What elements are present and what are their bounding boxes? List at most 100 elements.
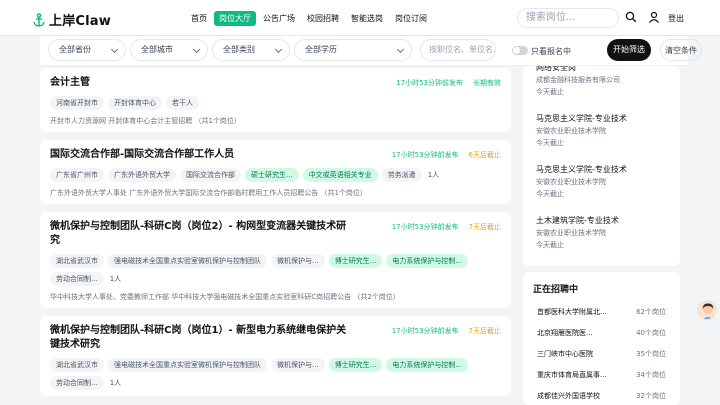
- hiring-list: 首都医科大学附属北... 62个岗位北京翔雁医院医... 40个岗位三门峡市中心医院…: [523, 301, 680, 405]
- chevron-down-icon: [396, 45, 405, 54]
- notice-item[interactable]: 网络安全岗成都金融科技服务有限公司 今天截止: [523, 66, 680, 109]
- job-source[interactable]: 广东外语外贸大学人事处 广东外语外贸大学国际交流合作部临时聘用工作人员招聘公告 …: [50, 188, 501, 198]
- job-card[interactable]: 微机保护与控制团队-科研C岗（岗位2）- 构网型变流器关键技术研究 17小时53分…: [40, 212, 511, 308]
- notice-item[interactable]: 马克思主义学院-专业技术 安徽农业职业技术学院 今天截止: [523, 160, 680, 211]
- publish-time: 17小时53分钟前发布: [391, 223, 459, 231]
- nav-home[interactable]: 首页: [186, 11, 212, 26]
- job-source[interactable]: 华中科技大学人事处、党委教师工作部 华中科技大学强电磁技术全国重点实验室科研C岗…: [50, 292, 501, 302]
- nav-job-subscription[interactable]: 岗位订阅: [390, 11, 432, 26]
- job-tags: 广东省广州市 广东外语外贸大学 国际交流合作部 硕士研究生... 中文或英语相关专业 劳务…: [50, 168, 501, 182]
- only-open-toggle[interactable]: [512, 46, 528, 55]
- job-title[interactable]: 会计主管: [50, 76, 350, 90]
- job-tag: 国际交流合作部: [180, 168, 241, 182]
- hiring-job-count: 62个岗位: [636, 307, 666, 316]
- assistant-avatar[interactable]: [697, 300, 717, 320]
- apply-filter-button[interactable]: 开始筛选: [607, 39, 651, 61]
- hiring-job-count: 35个岗位: [636, 349, 666, 358]
- job-tag: 强电磁技术全国重点实验室微机保护与控制团队: [108, 358, 267, 372]
- nav-campus-recruitment[interactable]: 校园招聘: [302, 11, 344, 26]
- job-tag: 中文或英语相关专业: [302, 168, 378, 182]
- job-meta: 17小时53分钟前发布 7天后截止: [392, 326, 501, 336]
- publish-time: 17小时53分钟前发布: [391, 151, 459, 159]
- job-tag: 开封体育中心: [108, 96, 162, 110]
- job-title[interactable]: 微机保护与控制团队-科研C岗（岗位1）- 新型电力系统继电保护关键技术研究: [50, 324, 350, 352]
- chevron-down-icon: [110, 45, 119, 54]
- job-tags: 湖北省武汉市 强电磁技术全国重点实验室微机保护与控制团队 微机保护与... 博士研究生…: [50, 254, 501, 286]
- hiring-card: 正在招聘中 首都医科大学附属北... 62个岗位北京翔雁医院医... 40个岗位三门…: [523, 272, 680, 405]
- job-tag: 湖北省武汉市: [50, 358, 104, 372]
- job-title[interactable]: 微机保护与控制团队-科研C岗（岗位2）- 构网型变流器关键技术研究: [50, 220, 350, 248]
- publish-time: 17小时53分钟前发布: [391, 327, 459, 335]
- hiring-row[interactable]: 首都医科大学附属北... 62个岗位: [523, 301, 680, 322]
- job-tag: 强电磁技术全国重点实验室微机保护与控制团队: [108, 254, 267, 268]
- job-tag: 博士研究生...: [328, 358, 383, 372]
- hiring-job-count: 34个岗位: [636, 370, 666, 379]
- only-open-label: 只看报名中: [531, 47, 571, 56]
- keyword-input[interactable]: 按职位名、单位名...: [420, 39, 496, 61]
- job-tag: 博士研究生...: [328, 254, 383, 268]
- hiring-row[interactable]: 北京翔雁医院医... 40个岗位: [523, 322, 680, 343]
- job-source[interactable]: 开封市人力资源网 开封体育中心会计主管招聘 （共1个岗位）: [50, 116, 501, 126]
- notice-date: 今天截止: [536, 241, 564, 249]
- search-icon[interactable]: [625, 11, 637, 23]
- job-tag: 河南省开封市: [50, 96, 104, 110]
- nav-smart-selection[interactable]: 智能选岗: [346, 11, 388, 26]
- notice-item[interactable]: 土木建筑学院-专业技术 安徽农业职业技术学院 今天截止: [523, 211, 680, 262]
- category-select[interactable]: 全部类别: [212, 39, 290, 61]
- job-tag: 劳动合同制...: [50, 376, 104, 390]
- filter-bar: 全部省份 全部城市 全部类别 全部学历 按职位名、单位名... 只看报名中 开始…: [40, 36, 702, 66]
- job-tag: 微机保护与...: [271, 358, 325, 372]
- hiring-row[interactable]: 三门峡市中心医院 35个岗位: [523, 343, 680, 364]
- city-select-value: 全部城市: [141, 45, 173, 54]
- notice-date: 今天截止: [536, 88, 564, 96]
- hiring-job-count: 32个岗位: [636, 391, 666, 400]
- publish-time: 17小时53分钟前发布: [396, 79, 463, 87]
- nav-announcements[interactable]: 公告广场: [258, 11, 300, 26]
- education-select-value: 全部学历: [305, 45, 337, 54]
- job-tags: 河南省开封市 开封体育中心 若干人: [50, 96, 501, 110]
- job-tag: 1人: [427, 171, 440, 179]
- hiring-org-name: 三门峡市中心医院: [537, 349, 593, 358]
- notice-org: 成都金融科技服务有限公司: [536, 76, 620, 84]
- avatar-face-icon: [702, 303, 714, 319]
- logout-link[interactable]: 登出: [668, 13, 684, 24]
- job-tag: 电力系统保护与控制...: [386, 254, 469, 268]
- clear-filter-button[interactable]: 清空条件: [660, 39, 702, 61]
- province-select[interactable]: 全部省份: [48, 39, 126, 61]
- chevron-down-icon: [192, 45, 201, 54]
- hiring-row[interactable]: 成都佳兴外国语学校 32个岗位: [523, 385, 680, 405]
- anchor-icon: [33, 12, 45, 27]
- hiring-org-name: 北京翔雁医院医...: [537, 328, 593, 337]
- user-icon[interactable]: [648, 11, 660, 23]
- nav-job-hall[interactable]: 岗位大厅: [214, 11, 256, 26]
- job-card[interactable]: 微机保护与控制团队-科研C岗（岗位1）- 新型电力系统继电保护关键技术研究 17小…: [40, 316, 511, 396]
- chevron-down-icon: [274, 45, 283, 54]
- notice-date: 今天截止: [536, 190, 564, 198]
- brand-logo[interactable]: 上岸Claw: [33, 10, 111, 29]
- job-tag: 电力系统保护与控制...: [386, 358, 469, 372]
- job-tag: 劳务派遣: [381, 168, 422, 182]
- deadline-status: 6天后截止: [468, 151, 501, 159]
- job-tag: 1人: [109, 275, 122, 283]
- job-meta: 17小时53分钟前发布 7天后截止: [392, 222, 501, 232]
- job-card[interactable]: 国际交流合作部-国际交流合作部工作人员 17小时53分钟前发布 6天后截止广东省广州…: [40, 140, 511, 204]
- search-input[interactable]: 搜索岗位...: [517, 8, 619, 28]
- notice-item[interactable]: 马克思主义学院-专业技术 安徽农业职业技术学院 今天截止: [523, 109, 680, 160]
- hiring-org-name: 首都医科大学附属北...: [537, 307, 607, 316]
- notice-org: 安徽农业职业技术学院: [536, 178, 606, 186]
- hiring-job-count: 40个岗位: [636, 328, 666, 337]
- notice-org: 安徽农业职业技术学院: [536, 229, 606, 237]
- job-meta: 17小时53分钟前发布 长期有效: [396, 78, 501, 88]
- notice-title: 网络安全岗: [536, 66, 576, 72]
- job-tag: 广东外语外贸大学: [108, 168, 176, 182]
- deadline-status: 长期有效: [473, 79, 501, 87]
- hiring-org-name: 重庆市体育局直属事...: [537, 370, 607, 379]
- job-tag: 劳动合同制...: [50, 272, 104, 286]
- education-select[interactable]: 全部学历: [294, 39, 412, 61]
- city-select[interactable]: 全部城市: [130, 39, 208, 61]
- job-card[interactable]: 会计主管 17小时53分钟前发布 长期有效河南省开封市 开封体育中心 若干人开封市人力资…: [40, 68, 511, 132]
- job-title[interactable]: 国际交流合作部-国际交流合作部工作人员: [50, 148, 350, 162]
- category-select-value: 全部类别: [223, 45, 255, 54]
- hiring-title: 正在招聘中: [533, 285, 579, 295]
- hiring-row[interactable]: 重庆市体育局直属事... 34个岗位: [523, 364, 680, 385]
